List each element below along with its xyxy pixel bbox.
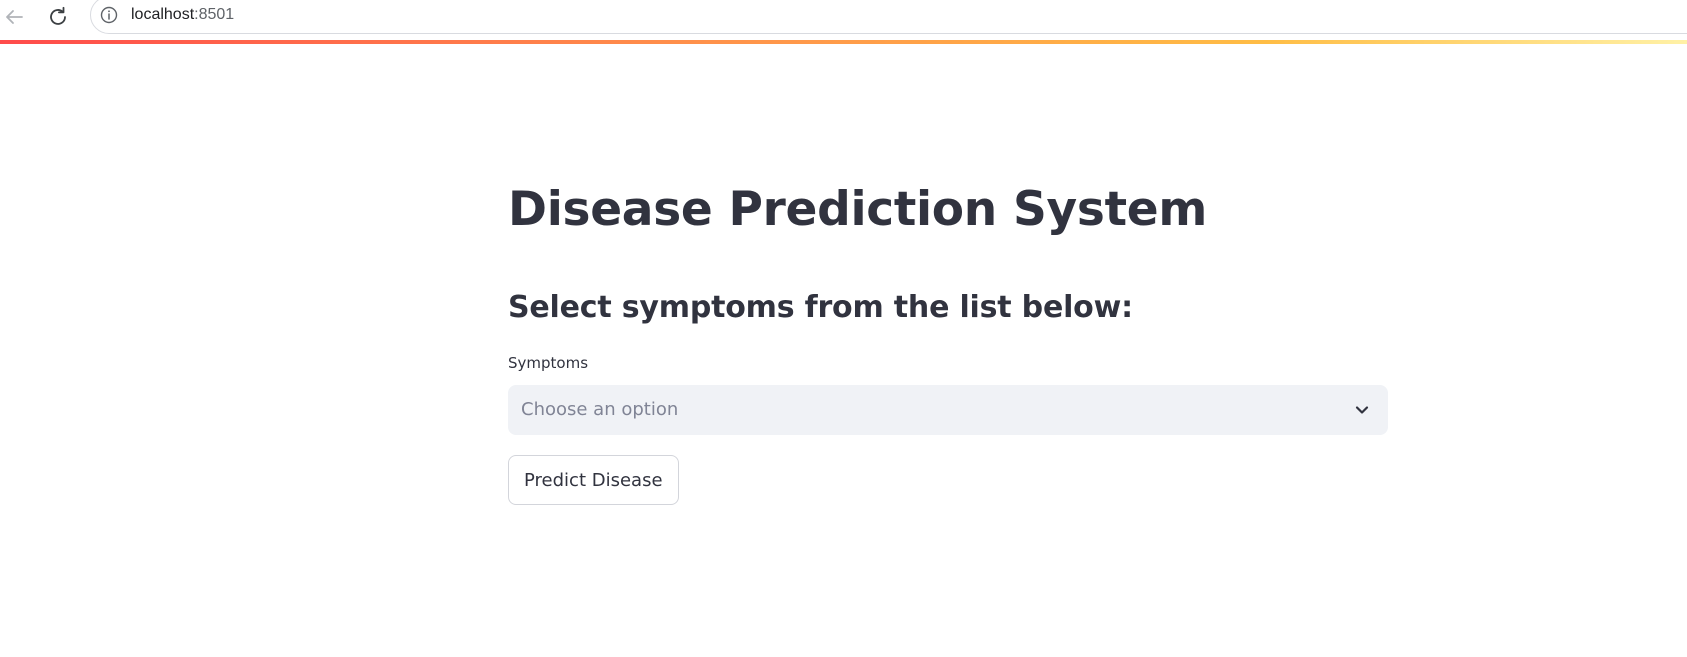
address-bar[interactable]: localhost:8501 [90,0,1687,34]
page-title: Disease Prediction System [508,182,1207,237]
main-content: Disease Prediction System Select symptom… [508,180,1388,505]
info-icon[interactable] [99,5,119,25]
subheader: Select symptoms from the list below: [508,290,1133,325]
header-decoration [0,40,1687,44]
predict-disease-button[interactable]: Predict Disease [508,455,679,505]
back-button[interactable] [1,4,27,30]
url-port: :8501 [194,6,235,23]
arrow-left-icon [6,10,23,24]
browser-toolbar: localhost:8501 [0,0,1687,40]
reload-button[interactable] [45,4,71,30]
url-host: localhost [131,6,195,23]
url-text[interactable]: localhost:8501 [131,6,234,24]
symptoms-multiselect[interactable]: Choose an option [508,385,1388,435]
reload-icon [50,6,66,25]
symptoms-label: Symptoms [508,354,589,372]
symptoms-placeholder: Choose an option [521,399,679,420]
chevron-down-icon[interactable] [1352,400,1372,420]
